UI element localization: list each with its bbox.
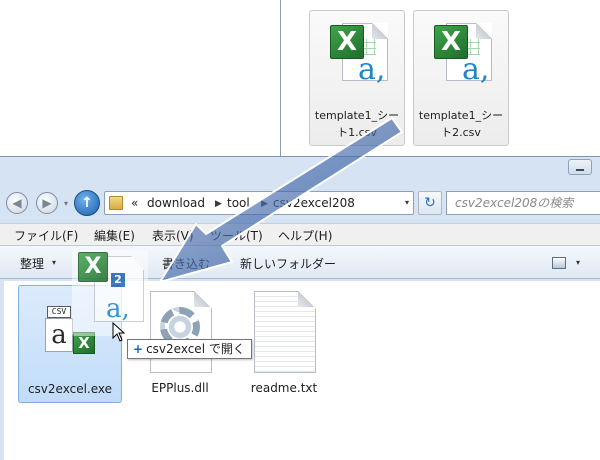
file-name-label: csv2excel.exe xyxy=(27,382,113,396)
menu-help[interactable]: ヘルプ(H) xyxy=(278,227,332,244)
back-arrow-icon: ◀ xyxy=(12,196,22,210)
letter-a-icon: a xyxy=(45,318,73,352)
file-tile-template1-sheet2[interactable]: X a, template1_シー ト2.csv xyxy=(413,10,509,146)
title-bar[interactable] xyxy=(0,157,600,183)
csv-label-icon: CSV xyxy=(47,306,71,318)
breadcrumb-separator-icon[interactable]: ▶ xyxy=(215,199,222,209)
forward-button[interactable]: ▶ xyxy=(36,192,58,214)
menu-file[interactable]: ファイル(F) xyxy=(14,227,78,244)
organize-dropdown-icon[interactable]: ▾ xyxy=(52,258,56,267)
breadcrumb-download[interactable]: download xyxy=(147,196,205,210)
menu-tools[interactable]: ツール(T) xyxy=(210,227,263,244)
file-tile-template1-sheet1[interactable]: X a, template1_シー ト1.csv xyxy=(309,10,405,146)
up-arrow-icon: ↑ xyxy=(81,195,93,211)
file-name-label: EPPlus.dll xyxy=(151,381,209,395)
folder-icon xyxy=(109,196,123,210)
breadcrumb-overflow[interactable]: « xyxy=(131,196,138,210)
burn-button[interactable]: 書き込む xyxy=(162,255,210,272)
organize-button[interactable]: 整理 xyxy=(20,255,44,272)
search-input[interactable]: csv2excel208の検索 xyxy=(446,191,600,215)
breadcrumb-csv2excel208[interactable]: csv2excel208 xyxy=(273,196,355,210)
mouse-pointer-icon xyxy=(112,322,126,342)
refresh-icon: ↻ xyxy=(424,195,436,211)
breadcrumb-separator-icon[interactable]: ▶ xyxy=(261,199,268,209)
up-button[interactable]: ↑ xyxy=(74,190,100,216)
page-fold xyxy=(372,23,388,39)
excel-icon: X xyxy=(78,252,108,282)
plus-icon: + xyxy=(133,342,144,356)
forward-arrow-icon: ▶ xyxy=(42,196,52,210)
letter-a-icon: a, xyxy=(106,294,130,324)
file-label: template1_シー ト1.csv xyxy=(314,109,400,139)
new-folder-button[interactable]: 新しいフォルダー xyxy=(240,255,336,272)
drag-count-badge: 2 xyxy=(110,272,126,288)
view-options-icon[interactable] xyxy=(552,257,566,269)
file-name-label: readme.txt xyxy=(250,381,318,395)
page-fold xyxy=(298,291,314,307)
recent-pages-dropdown[interactable]: ▾ xyxy=(64,199,68,208)
breadcrumb-tool[interactable]: tool xyxy=(227,196,250,210)
drop-action-label: csv2excel で開く xyxy=(146,342,245,356)
minimize-button[interactable] xyxy=(568,159,592,175)
background-explorer-window: X a, template1_シー ト1.csv X a, template1_… xyxy=(280,0,600,160)
letter-a-icon: a, xyxy=(358,52,386,87)
drag-preview: X 2 a, xyxy=(72,250,148,336)
navigation-bar: ◀ ▶ ▾ ↑ « download ▶ tool ▶ csv2excel208… xyxy=(0,185,600,219)
address-dropdown-icon[interactable]: ▾ xyxy=(405,198,409,207)
refresh-button[interactable]: ↻ xyxy=(418,191,442,215)
menu-edit[interactable]: 編集(E) xyxy=(94,227,135,244)
menu-bar: ファイル(F) 編集(E) 表示(V) ツール(T) ヘルプ(H) xyxy=(0,223,600,245)
drop-action-tooltip: + csv2excel で開く xyxy=(127,339,252,359)
file-label: template1_シー ト2.csv xyxy=(418,109,504,139)
page-fold xyxy=(194,291,210,307)
letter-a-icon: a, xyxy=(462,52,490,87)
view-dropdown-icon[interactable]: ▾ xyxy=(576,258,580,267)
menu-view[interactable]: 表示(V) xyxy=(152,227,194,244)
back-button[interactable]: ◀ xyxy=(6,192,28,214)
address-bar[interactable]: « download ▶ tool ▶ csv2excel208 ▾ xyxy=(104,191,414,215)
page-fold xyxy=(476,23,492,39)
